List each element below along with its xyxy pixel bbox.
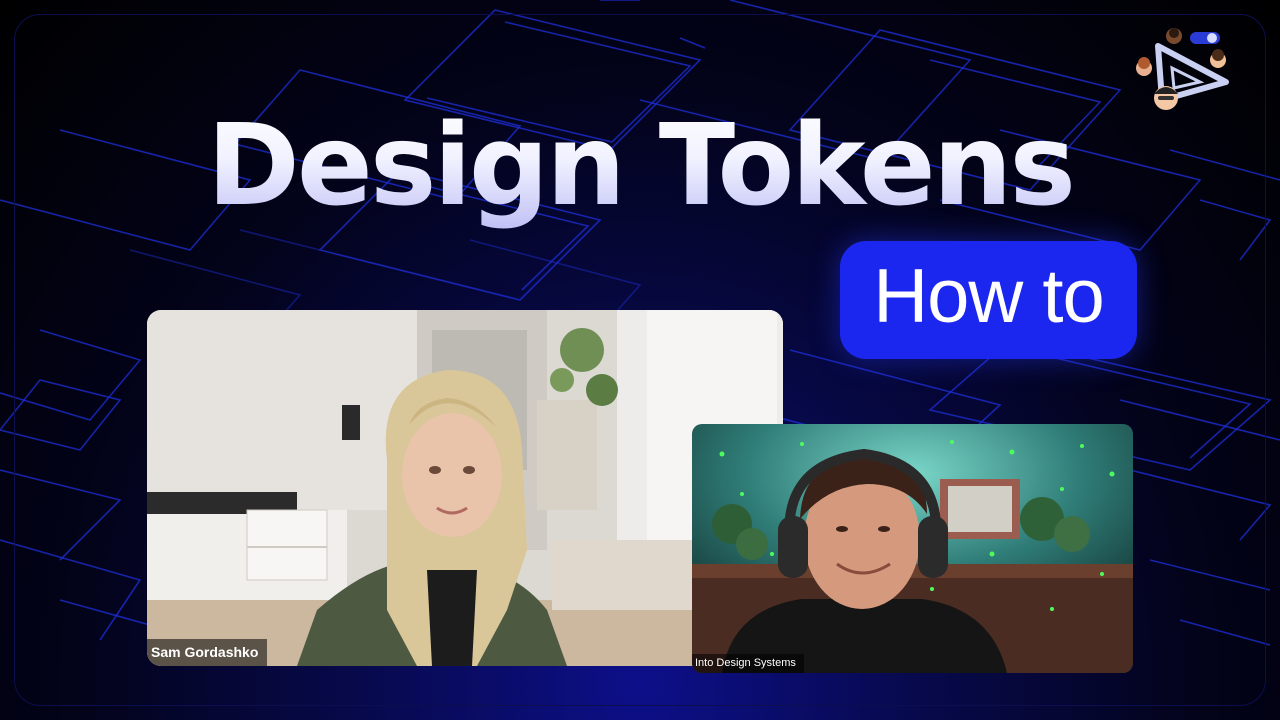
how-to-badge: How to [840, 241, 1137, 359]
participant-image-left [147, 310, 783, 666]
participant-video-left: Sam Gordashko [147, 310, 783, 666]
thumbnail-canvas: Design Tokens How to Sam Gordashko Into … [0, 0, 1280, 720]
participant-image-right [692, 424, 1133, 673]
participant-name-tag-left: Sam Gordashko [147, 639, 268, 666]
video-title: Design Tokens [0, 96, 1280, 236]
how-to-badge-label: How to [873, 254, 1105, 339]
participant-video-right: Into Design Systems [692, 424, 1133, 673]
participant-name-tag-right: Into Design Systems [692, 654, 804, 673]
